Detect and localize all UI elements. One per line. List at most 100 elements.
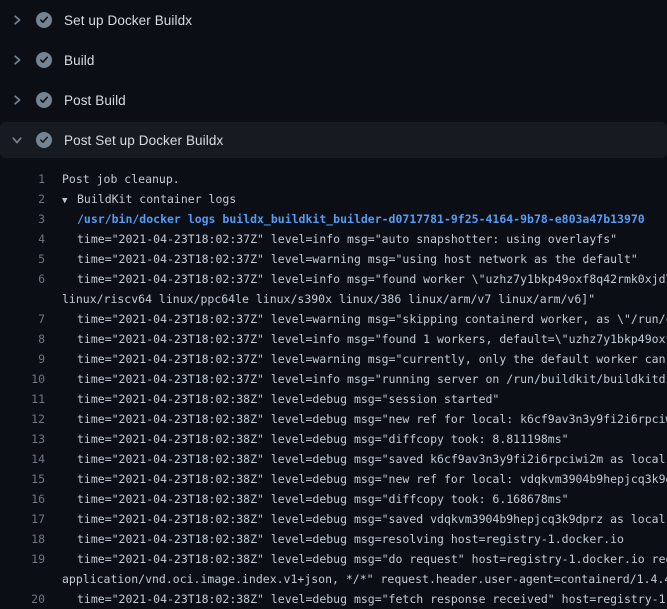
line-number[interactable]: 18 <box>0 529 45 549</box>
log-text: time="2021-04-23T18:02:37Z" level=warnin… <box>77 249 638 269</box>
log-text-content: time="2021-04-23T18:02:38Z" level=debug … <box>77 552 667 566</box>
line-number[interactable]: 6 <box>0 269 45 289</box>
log-line: 10 time="2021-04-23T18:02:37Z" level=info… <box>0 369 667 389</box>
step-post-set-up-docker-buildx[interactable]: Post Set up Docker Buildx <box>0 122 667 158</box>
log-line: application/vnd.oci.image.index.v1+json,… <box>0 569 667 589</box>
log-text-content: time="2021-04-23T18:02:38Z" level=debug … <box>77 532 624 546</box>
step-post-build[interactable]: Post Build <box>0 80 667 120</box>
log-text-content: time="2021-04-23T18:02:38Z" level=debug … <box>77 392 499 406</box>
check-circle-icon <box>36 132 52 148</box>
log-text: time="2021-04-23T18:02:37Z" level=warnin… <box>77 309 667 329</box>
line-number[interactable]: 17 <box>0 509 45 529</box>
chevron-right-icon <box>8 51 26 69</box>
log-text-content: time="2021-04-23T18:02:37Z" level=info m… <box>77 232 617 246</box>
step-label: Post Set up Docker Buildx <box>64 133 223 148</box>
log-line: 20 time="2021-04-23T18:02:38Z" level=debu… <box>0 589 667 609</box>
log-text: time="2021-04-23T18:02:38Z" level=debug … <box>77 509 667 529</box>
log-text: time="2021-04-23T18:02:37Z" level=warnin… <box>77 349 667 369</box>
log-line: 2 ▼BuildKit container logs <box>0 189 667 209</box>
log-text: time="2021-04-23T18:02:37Z" level=info m… <box>77 369 667 389</box>
line-number[interactable]: 10 <box>0 369 45 389</box>
log-text-content: time="2021-04-23T18:02:38Z" level=debug … <box>77 432 569 446</box>
chevron-right-icon <box>8 11 26 29</box>
log-text: time="2021-04-23T18:02:38Z" level=debug … <box>77 549 667 569</box>
log-text: time="2021-04-23T18:02:38Z" level=debug … <box>77 589 667 609</box>
log-line: 7 time="2021-04-23T18:02:37Z" level=warni… <box>0 309 667 329</box>
log-line: 13 time="2021-04-23T18:02:38Z" level=debu… <box>0 429 667 449</box>
log-text-content: Post job cleanup. <box>62 172 180 186</box>
log-text: time="2021-04-23T18:02:38Z" level=debug … <box>77 409 667 429</box>
log-area: 1 Post job cleanup. 2 ▼BuildKit container l… <box>0 160 667 609</box>
line-number[interactable]: 9 <box>0 349 45 369</box>
log-text: time="2021-04-23T18:02:38Z" level=debug … <box>77 489 569 509</box>
log-text-content: time="2021-04-23T18:02:38Z" level=debug … <box>77 472 667 486</box>
log-text-content: time="2021-04-23T18:02:37Z" level=info m… <box>77 372 667 386</box>
line-number[interactable]: 20 <box>0 589 45 609</box>
check-circle-icon <box>36 52 52 68</box>
log-text: application/vnd.oci.image.index.v1+json,… <box>62 569 667 589</box>
log-text-content: time="2021-04-23T18:02:38Z" level=debug … <box>77 492 569 506</box>
log-text-content: time="2021-04-23T18:02:37Z" level=warnin… <box>77 352 667 366</box>
line-number[interactable]: 11 <box>0 389 45 409</box>
chevron-right-icon <box>8 91 26 109</box>
check-circle-icon <box>36 92 52 108</box>
log-text-content: time="2021-04-23T18:02:38Z" level=debug … <box>77 412 667 426</box>
log-text: linux/riscv64 linux/ppc64le linux/s390x … <box>62 289 595 309</box>
log-text: time="2021-04-23T18:02:37Z" level=info m… <box>77 229 617 249</box>
log-text: time="2021-04-23T18:02:38Z" level=debug … <box>77 469 667 489</box>
line-number[interactable]: 7 <box>0 309 45 329</box>
steps-list: Set up Docker Buildx Build Post Build Po… <box>0 0 667 158</box>
log-text: time="2021-04-23T18:02:38Z" level=debug … <box>77 529 624 549</box>
line-number[interactable]: 3 <box>0 209 45 229</box>
step-set-up-docker-buildx[interactable]: Set up Docker Buildx <box>0 0 667 40</box>
check-circle-icon <box>36 12 52 28</box>
log-line: 11 time="2021-04-23T18:02:38Z" level=debu… <box>0 389 667 409</box>
step-label: Post Build <box>64 93 126 108</box>
log-text: Post job cleanup. <box>62 169 180 189</box>
line-number[interactable]: 4 <box>0 229 45 249</box>
log-text-content: /usr/bin/docker logs buildx_buildkit_bui… <box>77 212 645 226</box>
log-line: 6 time="2021-04-23T18:02:37Z" level=info … <box>0 269 667 289</box>
log-line: 15 time="2021-04-23T18:02:38Z" level=debu… <box>0 469 667 489</box>
line-number[interactable]: 8 <box>0 329 45 349</box>
line-number[interactable]: 1 <box>0 169 45 189</box>
log-line: 4 time="2021-04-23T18:02:37Z" level=info … <box>0 229 667 249</box>
line-number[interactable]: 13 <box>0 429 45 449</box>
log-line: 18 time="2021-04-23T18:02:38Z" level=debu… <box>0 529 667 549</box>
log-text: time="2021-04-23T18:02:37Z" level=info m… <box>77 329 667 349</box>
line-number[interactable]: 2 <box>0 189 45 209</box>
log-text-content: time="2021-04-23T18:02:38Z" level=debug … <box>77 592 667 606</box>
actions-log-viewer: { "steps": [ { "label": "Set up Docker B… <box>0 0 667 600</box>
log-text: time="2021-04-23T18:02:38Z" level=debug … <box>77 429 569 449</box>
log-text-content: application/vnd.oci.image.index.v1+json,… <box>62 572 667 586</box>
step-build[interactable]: Build <box>0 40 667 80</box>
log-text-content: time="2021-04-23T18:02:37Z" level=warnin… <box>77 252 638 266</box>
line-number[interactable] <box>0 289 45 309</box>
log-line: linux/riscv64 linux/ppc64le linux/s390x … <box>0 289 667 309</box>
line-number[interactable]: 16 <box>0 489 45 509</box>
line-number[interactable]: 15 <box>0 469 45 489</box>
log-line: 3/usr/bin/docker logs buildx_buildkit_bu… <box>0 209 667 229</box>
log-line: 9 time="2021-04-23T18:02:37Z" level=warni… <box>0 349 667 369</box>
step-label: Set up Docker Buildx <box>64 13 192 28</box>
log-text-content: time="2021-04-23T18:02:38Z" level=debug … <box>77 512 667 526</box>
line-number[interactable]: 5 <box>0 249 45 269</box>
command-text: /usr/bin/docker logs buildx_buildkit_bui… <box>77 209 645 229</box>
log-line: 8 time="2021-04-23T18:02:37Z" level=info … <box>0 329 667 349</box>
log-text-content: time="2021-04-23T18:02:38Z" level=debug … <box>77 452 667 466</box>
log-text-content: time="2021-04-23T18:02:37Z" level=warnin… <box>77 312 667 326</box>
log-text: time="2021-04-23T18:02:38Z" level=debug … <box>77 449 667 469</box>
line-number[interactable]: 12 <box>0 409 45 429</box>
step-label: Build <box>64 53 95 68</box>
line-number[interactable] <box>0 569 45 589</box>
log-line: 16 time="2021-04-23T18:02:38Z" level=debu… <box>0 489 667 509</box>
log-line: 5 time="2021-04-23T18:02:37Z" level=warni… <box>0 249 667 269</box>
triangle-down-icon[interactable]: ▼ <box>62 191 77 209</box>
log-line: 12 time="2021-04-23T18:02:38Z" level=debu… <box>0 409 667 429</box>
log-line: 17 time="2021-04-23T18:02:38Z" level=debu… <box>0 509 667 529</box>
line-number[interactable]: 14 <box>0 449 45 469</box>
log-text: time="2021-04-23T18:02:37Z" level=info m… <box>77 269 667 289</box>
line-number[interactable]: 19 <box>0 549 45 569</box>
log-text-content: time="2021-04-23T18:02:37Z" level=info m… <box>77 332 667 346</box>
log-text: ▼BuildKit container logs <box>62 189 236 209</box>
